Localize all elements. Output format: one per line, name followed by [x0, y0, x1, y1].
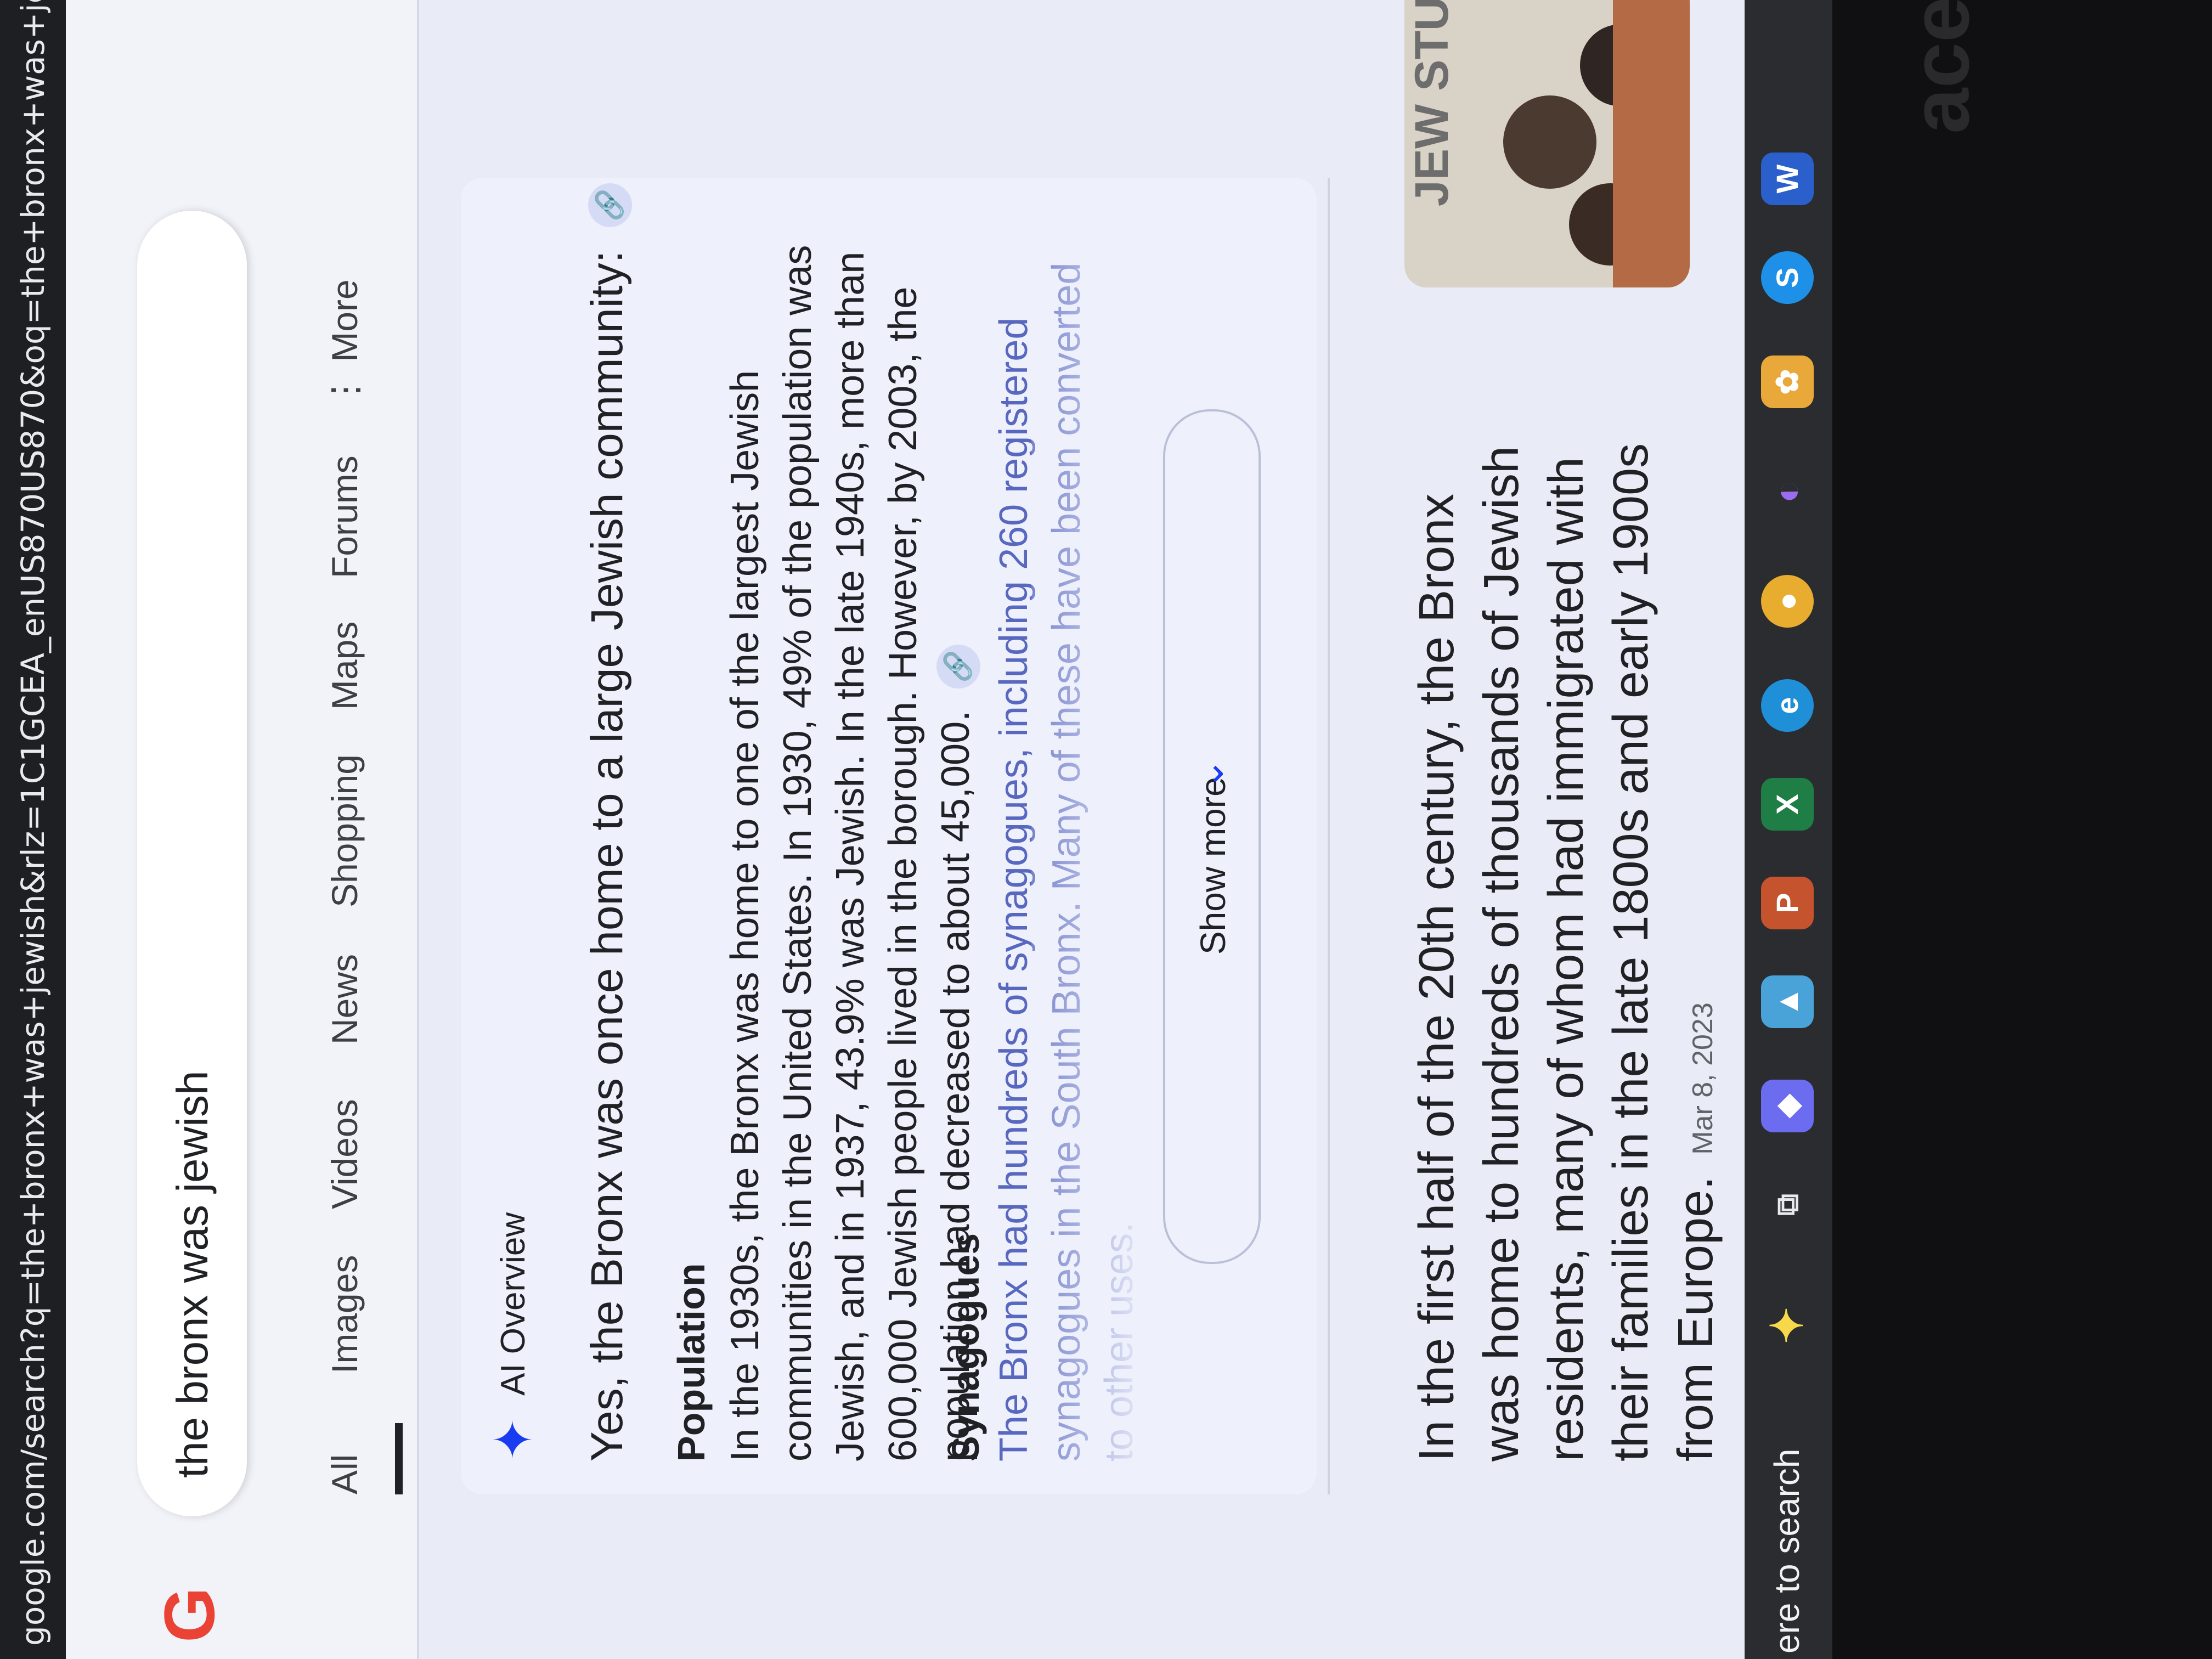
link-icon[interactable]: 🔗 — [588, 183, 633, 227]
search-input[interactable]: the bronx was jewish — [167, 1070, 218, 1478]
google-logo[interactable]: G — [148, 1587, 230, 1643]
sparkle-icon: ✦ — [484, 1417, 543, 1462]
task-view-icon[interactable]: ⧉ — [1761, 1178, 1814, 1231]
copilot-app-icon[interactable]: ◆ — [1761, 1080, 1814, 1132]
url-text: google.com/search?q=the+bronx+was+jewish… — [14, 0, 52, 1646]
person-shape — [1503, 95, 1596, 189]
monitor-brand-logo: acer — [1894, 0, 1986, 134]
header-divider — [417, 0, 419, 1659]
tab-news[interactable]: News — [324, 954, 365, 1045]
tab-all[interactable]: All — [324, 1454, 365, 1494]
excel-icon[interactable]: X — [1761, 778, 1814, 831]
more-dots-icon: ⋮ — [324, 362, 365, 408]
link-icon[interactable]: 🔗 — [936, 644, 980, 689]
taskbar: ere to search ✦ ⧉ ◆ ▲ P X e ● ◐ ✿ S W — [1745, 0, 1832, 1659]
photos-icon[interactable]: ▲ — [1761, 975, 1814, 1028]
population-text: In the 1930s, the Bronx was home to one … — [723, 245, 978, 1462]
address-bar[interactable]: google.com/search?q=the+bronx+was+jewish… — [0, 0, 66, 1659]
tab-shopping[interactable]: Shopping — [324, 754, 365, 907]
tab-videos[interactable]: Videos — [324, 1099, 365, 1209]
section-body-population: In the 1930s, the Bronx was home to one … — [719, 227, 982, 1462]
snippet-date: Mar 8, 2023 — [1687, 1002, 1719, 1155]
show-more-label: Show more — [1193, 777, 1233, 955]
copilot-icon[interactable]: ✦ — [1761, 1299, 1814, 1352]
ai-headline: Yes, the Bronx was once home to a large … — [582, 183, 633, 1462]
chrome-icon[interactable]: ● — [1761, 575, 1814, 628]
chevron-down-icon: ⌄ — [1188, 758, 1231, 790]
tab-more[interactable]: ⋮ More — [324, 279, 366, 408]
paint-icon[interactable]: ✿ — [1761, 356, 1814, 408]
edge-copilot-icon[interactable]: ◐ — [1761, 465, 1814, 518]
tab-forums[interactable]: Forums — [324, 455, 365, 578]
active-tab-indicator — [395, 1423, 403, 1494]
show-more-button[interactable]: Show more ⌄ — [1163, 409, 1261, 1264]
monitor-bezel — [1832, 0, 2212, 1659]
ai-overview-panel: ✦ AI Overview Yes, the Bronx was once ho… — [461, 178, 1317, 1494]
powerpoint-icon[interactable]: P — [1761, 877, 1814, 929]
search-tabs: All Images Videos News Shopping Maps For… — [324, 68, 406, 1494]
skype-icon[interactable]: S — [1761, 251, 1814, 304]
section-divider — [1328, 178, 1330, 1494]
content-fade — [1031, 178, 1152, 1494]
table-shape — [1613, 0, 1690, 287]
tab-more-label: More — [324, 279, 365, 362]
thumbnail-text: JEW STU — [1406, 0, 1458, 207]
snippet-thumbnail[interactable]: JEW STU — [1404, 0, 1690, 287]
featured-snippet: In the first half of the 20th century, t… — [1404, 419, 1735, 1462]
ai-overview-label: AI Overview — [494, 1212, 532, 1396]
search-box[interactable]: the bronx was jewish — [137, 211, 247, 1516]
snippet-text: In the first half of the 20th century, t… — [1409, 443, 1723, 1462]
word-icon[interactable]: W — [1761, 153, 1814, 205]
tab-maps[interactable]: Maps — [324, 622, 365, 710]
section-heading-synagogues: Synagogues — [944, 1233, 987, 1462]
tab-images[interactable]: Images — [324, 1255, 365, 1374]
ai-headline-text: Yes, the Bronx was once home to a large … — [582, 250, 632, 1462]
taskbar-search[interactable]: ere to search — [1767, 1448, 1807, 1654]
screen: google.com/search?q=the+bronx+was+jewish… — [0, 0, 2212, 1659]
edge-icon[interactable]: e — [1761, 679, 1814, 732]
section-heading-population: Population — [670, 1263, 713, 1462]
